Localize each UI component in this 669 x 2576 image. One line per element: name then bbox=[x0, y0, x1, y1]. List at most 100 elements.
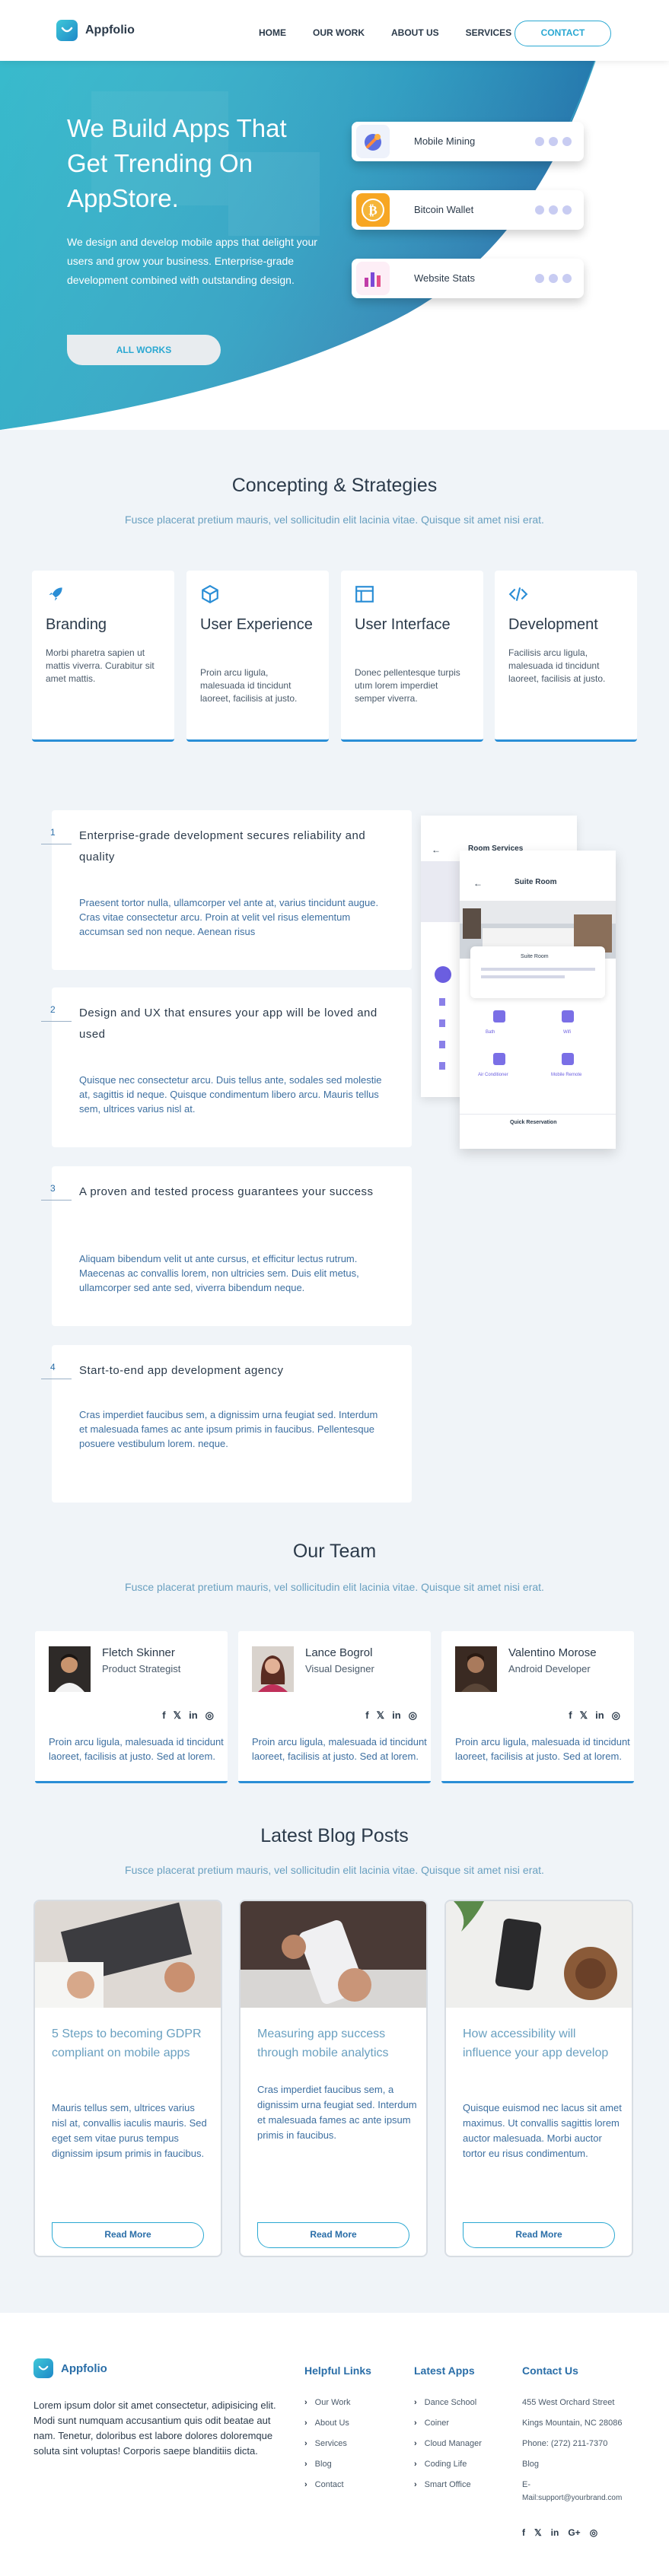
member-role: Product Strategist bbox=[102, 1663, 181, 1674]
footer-app-link[interactable]: › Cloud Manager bbox=[414, 2438, 482, 2458]
read-more-button[interactable]: Read More bbox=[257, 2222, 409, 2248]
rocket-icon bbox=[49, 587, 62, 601]
blog-image-laptop bbox=[35, 1901, 221, 2008]
mockup-side-icon bbox=[435, 966, 451, 983]
app-card-website-stats[interactable]: Website Stats bbox=[352, 259, 584, 298]
nav-link-about-us[interactable]: ABOUT US bbox=[391, 27, 439, 38]
wifi-tile-icon bbox=[562, 1010, 574, 1022]
footer-link[interactable]: › Services bbox=[304, 2438, 351, 2458]
footer-link[interactable]: › Our Work bbox=[304, 2396, 351, 2417]
contact-email[interactable]: Mail:support@yourbrand.com bbox=[522, 2492, 651, 2512]
contact-city: Kings Mountain, NC 28086 bbox=[522, 2419, 623, 2428]
team-card-lance-bogrol: Lance Bogrol Visual Designer f 𝕏 in ◎ Pr… bbox=[238, 1631, 431, 1783]
github-icon[interactable]: ◎ bbox=[590, 2527, 597, 2538]
linkedin-icon[interactable]: in bbox=[551, 2527, 559, 2538]
process-step-3: 3 A proven and tested process guarantees… bbox=[41, 1166, 412, 1326]
blog-title: Latest Blog Posts bbox=[260, 1825, 409, 1846]
app-card-bitcoin-wallet[interactable]: ₿ Bitcoin Wallet bbox=[352, 190, 584, 230]
step-text: Aliquam bibendum velit ut ante cursus, e… bbox=[79, 1253, 359, 1293]
contact-phone: Phone: (272) 211-7370 bbox=[522, 2439, 608, 2448]
chevron-right-icon: › bbox=[304, 2419, 307, 2428]
github-icon[interactable]: ◎ bbox=[409, 1709, 417, 1722]
mockup-divider bbox=[460, 1114, 616, 1115]
footer-app-link[interactable]: › Dance School bbox=[414, 2396, 482, 2417]
blog-image-desk bbox=[446, 1901, 632, 2008]
mockup-side-icon bbox=[439, 998, 445, 1006]
feature-title: User Interface bbox=[355, 616, 451, 633]
feature-card-user-experience: User Experience Proin arcu ligula, males… bbox=[186, 571, 329, 742]
nav-link-services[interactable]: SERVICES bbox=[466, 27, 511, 38]
app-card-mobile-mining[interactable]: Mobile Mining bbox=[352, 122, 584, 161]
contact-details: 455 West Orchard Street Kings Mountain, … bbox=[522, 2396, 651, 2512]
footer-link[interactable]: › Contact bbox=[304, 2479, 351, 2499]
footer-brand-logo[interactable]: Appfolio bbox=[33, 2358, 107, 2378]
app-mockup-front-screen: ← Suite Room Suite Room Bath Wifi Air Co… bbox=[460, 851, 616, 1149]
linkedin-icon[interactable]: in bbox=[189, 1709, 198, 1722]
facebook-icon[interactable]: f bbox=[162, 1709, 165, 1722]
feature-title: User Experience bbox=[200, 616, 313, 633]
logo-mark-icon bbox=[56, 20, 78, 41]
brand-logo[interactable]: Appfolio bbox=[56, 20, 135, 41]
app-rating-dots bbox=[535, 137, 572, 146]
main-nav: HOME OUR WORK ABOUT US SERVICES bbox=[259, 27, 538, 38]
feature-card-development: Development Facilisis arcu ligula, males… bbox=[495, 571, 637, 742]
member-name: Valentino Morose bbox=[508, 1646, 597, 1659]
google-plus-icon[interactable]: G+ bbox=[568, 2527, 580, 2538]
twitter-icon[interactable]: 𝕏 bbox=[580, 1709, 588, 1722]
chevron-right-icon: › bbox=[414, 2480, 417, 2489]
post-title[interactable]: 5 Steps to becoming GDPR compliant on mo… bbox=[52, 2024, 212, 2062]
step-number: 1 bbox=[50, 827, 56, 838]
mockup-tile-label: Mobile Remote bbox=[551, 1073, 582, 1077]
github-icon[interactable]: ◎ bbox=[205, 1709, 214, 1722]
linkedin-icon[interactable]: in bbox=[595, 1709, 604, 1722]
back-arrow-icon: ← bbox=[473, 878, 483, 889]
layout-icon bbox=[355, 586, 374, 603]
post-title[interactable]: How accessibility will influence your ap… bbox=[463, 2024, 623, 2062]
team-card-valentino-morose: Valentino Morose Android Developer f 𝕏 i… bbox=[441, 1631, 634, 1783]
linkedin-icon[interactable]: in bbox=[392, 1709, 401, 1722]
footer-link[interactable]: › About Us bbox=[304, 2417, 351, 2438]
contact-button[interactable]: CONTACT bbox=[514, 21, 611, 46]
nav-link-home[interactable]: HOME bbox=[259, 27, 286, 38]
feature-text: Facilisis arcu ligula, malesuada id tinc… bbox=[508, 647, 606, 684]
hero-text: We design and develop mobile apps that d… bbox=[67, 236, 317, 286]
blog-image-phone bbox=[241, 1901, 426, 2008]
step-text: Cras imperdiet faucibus sem, a dignissim… bbox=[79, 1409, 378, 1449]
twitter-icon[interactable]: 𝕏 bbox=[174, 1709, 181, 1722]
facebook-icon[interactable]: f bbox=[569, 1709, 572, 1722]
site-footer: Appfolio Lorem ipsum dolor sit amet cons… bbox=[0, 2313, 669, 2576]
facebook-icon[interactable]: f bbox=[365, 1709, 368, 1722]
avatar bbox=[455, 1646, 497, 1692]
chevron-right-icon: › bbox=[414, 2419, 417, 2428]
concepting-subtitle: Fusce placerat pretium mauris, vel solli… bbox=[125, 514, 544, 526]
post-title[interactable]: Measuring app success through mobile ana… bbox=[257, 2024, 417, 2062]
team-title: Our Team bbox=[292, 1541, 377, 1562]
twitter-icon[interactable]: 𝕏 bbox=[377, 1709, 384, 1722]
footer-link[interactable]: › Blog bbox=[304, 2458, 351, 2479]
read-more-button[interactable]: Read More bbox=[52, 2222, 204, 2248]
contact-blog[interactable]: Blog bbox=[522, 2458, 651, 2479]
step-divider bbox=[41, 1200, 72, 1201]
step-text: Quisque nec consectetur arcu. Duis tellu… bbox=[79, 1074, 382, 1115]
mockup-info-card: Suite Room bbox=[470, 946, 605, 998]
footer-app-link[interactable]: › Coiner bbox=[414, 2417, 482, 2438]
blog-card-1: 5 Steps to becoming GDPR compliant on mo… bbox=[33, 1900, 222, 2257]
read-more-button[interactable]: Read More bbox=[463, 2222, 615, 2248]
logo-mark-icon bbox=[33, 2358, 53, 2378]
chevron-right-icon: › bbox=[304, 2460, 307, 2469]
footer-app-link[interactable]: › Coding Life bbox=[414, 2458, 482, 2479]
facebook-icon[interactable]: f bbox=[522, 2527, 525, 2538]
back-arrow-icon: ← bbox=[432, 844, 441, 855]
chevron-right-icon: › bbox=[414, 2398, 417, 2407]
footer-about: Lorem ipsum dolor sit amet consectetur, … bbox=[33, 2399, 276, 2457]
member-bio: Proin arcu ligula, malesuada id tincidun… bbox=[455, 1736, 630, 1762]
mockup-section-label: Suite Room bbox=[521, 954, 549, 959]
footer-app-link[interactable]: › Smart Office bbox=[414, 2479, 482, 2499]
app-name: Bitcoin Wallet bbox=[414, 204, 474, 215]
nav-link-our-work[interactable]: OUR WORK bbox=[313, 27, 365, 38]
github-icon[interactable]: ◎ bbox=[612, 1709, 620, 1722]
twitter-icon[interactable]: 𝕏 bbox=[534, 2527, 542, 2538]
mockup-tile-label: Wifi bbox=[563, 1030, 571, 1035]
team-subtitle: Fusce placerat pretium mauris, vel solli… bbox=[125, 1581, 544, 1593]
all-works-button[interactable]: ALL WORKS bbox=[67, 335, 221, 365]
